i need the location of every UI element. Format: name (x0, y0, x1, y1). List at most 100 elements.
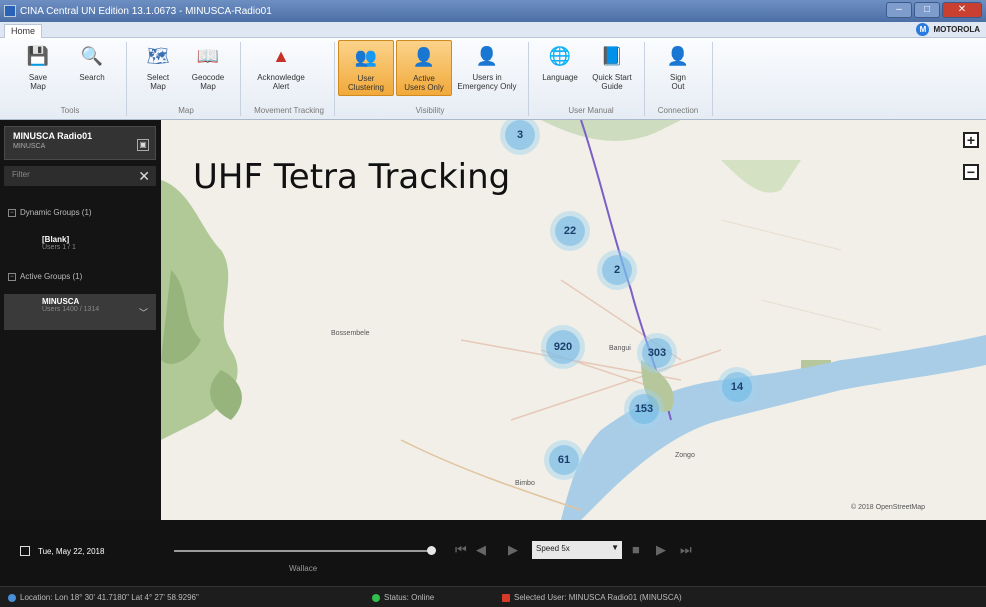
group-separator (644, 42, 645, 116)
map-cluster[interactable]: 153 (629, 394, 659, 424)
playback-speed-select[interactable]: Speed 5x ▼ (532, 541, 622, 559)
select-map-label: Select Map (146, 73, 170, 91)
dynamic-groups-header[interactable]: − Dynamic Groups (1) (8, 208, 92, 217)
status-bar: Location: Lon 18° 30' 41.7180" Lat 4° 27… (0, 586, 986, 607)
selected-user-icon (502, 593, 510, 602)
map-cluster[interactable]: 920 (546, 330, 580, 364)
select-map-icon: 🗺 (146, 45, 170, 66)
user-menu-icon[interactable]: ▣ (137, 139, 149, 151)
map-cluster[interactable]: 2 (602, 255, 632, 285)
window-title: CINA Central UN Edition 13.1.0673 - MINU… (20, 5, 272, 17)
search-button[interactable]: 🔍 Search (64, 42, 120, 83)
geocode-map-button[interactable]: 📖 Geocode Map (180, 42, 236, 92)
step-back-icon[interactable]: ◀ (476, 542, 486, 558)
window-controls: – □ ✕ (886, 2, 982, 18)
map-cluster[interactable]: 14 (722, 372, 752, 402)
timeline-date[interactable]: Tue, May 22, 2018 (20, 546, 104, 556)
list-item[interactable]: MINUSCA Users 1400 / 1314 ﹀ (4, 294, 156, 330)
active-users-only-button[interactable]: 👤 Active Users Only (396, 40, 452, 96)
map-cluster[interactable]: 22 (555, 216, 585, 246)
select-map-button[interactable]: 🗺 Select Map (130, 42, 186, 92)
alert-icon: ▲ (272, 45, 290, 66)
tab-home[interactable]: Home (4, 24, 43, 38)
users-in-emergency-label: Users in Emergency Only (457, 73, 517, 91)
timeline-slider-track[interactable] (174, 550, 434, 552)
zoom-out-button[interactable]: − (963, 164, 979, 180)
ribbon-toolbar: 💾 Save Map 🔍 Search 🗺 Select Map 📖 Geoco… (0, 38, 986, 120)
motorola-logo-icon: M (916, 23, 930, 36)
list-item[interactable]: [Blank] Users 1 / 1 (4, 232, 156, 254)
status-online-text: Status: Online (384, 593, 435, 602)
search-label: Search (79, 73, 105, 82)
dynamic-group-count: Users 1 / 1 (42, 244, 76, 251)
playback-speed-value: Speed 5x (536, 544, 570, 553)
map-cluster[interactable]: 61 (549, 445, 579, 475)
clear-filter-icon[interactable]: ✕ (138, 168, 150, 185)
map-label-bossembele: Bossembele (331, 330, 370, 337)
map-cluster[interactable]: 303 (642, 338, 672, 368)
timeline-date-label: Tue, May 22, 2018 (38, 546, 105, 556)
emergency-user-icon: 👤 (475, 45, 499, 66)
users-in-emergency-button[interactable]: 👤 Users in Emergency Only (454, 42, 520, 92)
collapse-icon: − (8, 272, 16, 281)
zoom-in-button[interactable]: + (963, 132, 979, 148)
map-label-bangui: Bangui (609, 345, 631, 352)
sign-out-icon: 👤 (666, 45, 690, 66)
sidebar: MINUSCA Radio01 MINUSCA ▣ Filter ✕ − Dyna… (0, 120, 161, 520)
current-user-name: MINUSCA Radio01 (13, 131, 93, 141)
close-button[interactable]: ✕ (942, 2, 982, 18)
map-label-zongo: Zongo (675, 452, 695, 459)
play-icon[interactable]: ▶ (508, 542, 518, 558)
chevron-down-icon[interactable]: ﹀ (139, 306, 148, 319)
guide-icon: 📘 (600, 45, 624, 66)
step-forward-icon[interactable]: ▶ (656, 542, 666, 558)
dynamic-groups-label: Dynamic Groups (1) (20, 208, 92, 217)
filter-input[interactable]: Filter ✕ (4, 166, 156, 186)
active-groups-header[interactable]: − Active Groups (1) (8, 272, 82, 281)
calendar-icon (20, 546, 30, 556)
stop-icon[interactable]: ■ (632, 542, 640, 557)
user-icon: 👤 (412, 46, 436, 67)
minimize-button[interactable]: – (886, 2, 912, 18)
status-selected-user-text: Selected User: MINUSCA Radio01 (MINUSCA) (514, 593, 682, 602)
filter-placeholder: Filter (12, 170, 30, 179)
map-overlay-title: UHF Tetra Tracking (193, 157, 511, 197)
language-button[interactable]: 🌐 Language (532, 42, 588, 83)
online-icon (372, 593, 380, 602)
acknowledge-alert-label: Acknowledge Alert (257, 73, 305, 91)
save-map-button[interactable]: 💾 Save Map (10, 42, 66, 92)
group-separator (334, 42, 335, 116)
maximize-button[interactable]: □ (914, 2, 940, 18)
users-icon: 👥 (354, 46, 378, 67)
active-group-count: Users 1400 / 1314 (42, 306, 100, 313)
acknowledge-alert-button[interactable]: ▲ Acknowledge Alert (248, 42, 314, 92)
window-titlebar: CINA Central UN Edition 13.1.0673 - MINU… (0, 0, 986, 22)
collapse-icon: − (8, 208, 16, 217)
skip-back-icon[interactable]: ⏮ (455, 542, 467, 558)
user-clustering-label: User Clustering (347, 74, 384, 92)
active-group-name: MINUSCA (42, 297, 80, 306)
group-label-map: Map (178, 106, 194, 115)
search-icon: 🔍 (80, 45, 104, 66)
app-icon (4, 5, 16, 17)
group-label-visibility: Visibility (415, 106, 445, 115)
timeline-track-label: Wallace (289, 564, 318, 573)
group-separator (126, 42, 127, 116)
brand-logo: M MOTOROLA (916, 23, 980, 36)
globe-icon: 🌐 (548, 45, 572, 66)
sign-out-button[interactable]: 👤 Sign Out (650, 42, 706, 92)
map-cluster[interactable]: 3 (505, 120, 535, 150)
quick-start-guide-button[interactable]: 📘 Quick Start Guide (584, 42, 640, 92)
skip-forward-icon[interactable]: ⏭ (680, 542, 692, 558)
timeline-slider-handle[interactable] (427, 546, 436, 555)
status-location-text: Location: Lon 18° 30' 41.7180" Lat 4° 27… (20, 593, 199, 602)
group-label-movement-tracking: Movement Tracking (254, 106, 324, 115)
geocode-map-label: Geocode Map (191, 73, 225, 91)
current-user-card[interactable]: MINUSCA Radio01 MINUSCA ▣ (4, 126, 156, 160)
active-groups-label: Active Groups (1) (20, 272, 83, 281)
sign-out-label: Sign Out (669, 73, 686, 91)
language-label: Language (542, 73, 578, 82)
quick-start-guide-label: Quick Start Guide (592, 73, 632, 91)
user-clustering-button[interactable]: 👥 User Clustering (338, 40, 394, 96)
dynamic-group-name: [Blank] (42, 235, 70, 244)
